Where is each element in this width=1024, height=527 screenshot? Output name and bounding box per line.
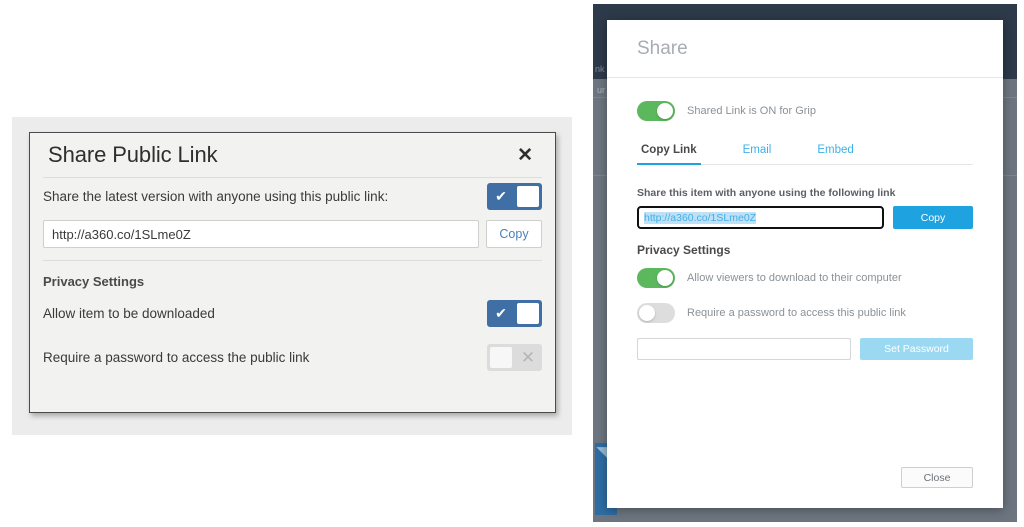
allow-download-label: Allow item to be downloaded: [43, 305, 215, 321]
shared-link-status-label: Shared Link is ON for Grip: [687, 105, 816, 117]
page-title: Share Public Link: [48, 142, 218, 167]
require-password-label: Require a password to access this public…: [687, 307, 906, 319]
copy-button[interactable]: Copy: [486, 220, 542, 248]
require-password-toggle[interactable]: [637, 303, 675, 323]
allow-download-toggle[interactable]: [637, 268, 675, 288]
share-link-row: Copy: [636, 205, 973, 230]
cross-icon: ✕: [520, 347, 536, 367]
share-item-label: Share this item with anyone using the fo…: [637, 187, 896, 199]
share-modal-window: ur s li n m ◥ nk Share Shared Link is ON…: [593, 4, 1017, 522]
require-password-row: Require a password to access the public …: [43, 339, 542, 375]
left-dialog-body: Share the latest version with anyone usi…: [30, 178, 555, 375]
check-icon: ✔: [495, 188, 507, 204]
close-icon[interactable]: ✕: [513, 144, 537, 167]
share-modal: Share Shared Link is ON for Grip Copy Li…: [607, 20, 1003, 508]
screenshot-stage: Share Public Link ✕ Share the latest ver…: [0, 0, 1024, 527]
set-password-row: Set Password: [637, 338, 973, 360]
check-icon: ✔: [495, 305, 507, 321]
tab-copy-link[interactable]: Copy Link: [637, 138, 701, 165]
require-password-row: Require a password to access this public…: [637, 298, 973, 328]
toggle-knob: [639, 305, 655, 321]
allow-download-row: Allow item to be downloaded ✔: [43, 295, 542, 331]
share-latest-version-label: Share the latest version with anyone usi…: [43, 188, 389, 204]
allow-download-row: Allow viewers to download to their compu…: [637, 263, 973, 293]
share-latest-version-row: Share the latest version with anyone usi…: [43, 178, 542, 214]
toggle-knob: [517, 302, 539, 324]
allow-download-toggle[interactable]: ✔: [487, 299, 542, 327]
public-link-input[interactable]: [43, 220, 479, 248]
share-modal-body: Shared Link is ON for Grip Copy Link Ema…: [607, 78, 1003, 508]
share-tabs: Copy Link Email Embed: [637, 138, 973, 165]
share-modal-footer: Close: [637, 467, 973, 508]
toggle-knob: [657, 103, 673, 119]
share-link-input[interactable]: [636, 205, 885, 230]
tab-embed[interactable]: Embed: [815, 138, 855, 164]
copy-button[interactable]: Copy: [893, 206, 973, 229]
public-link-row: Copy: [43, 220, 542, 248]
share-public-link-dialog: Share Public Link ✕ Share the latest ver…: [29, 132, 556, 413]
set-password-button[interactable]: Set Password: [860, 338, 973, 360]
share-public-link-toggle[interactable]: ✔: [487, 182, 542, 210]
background-text: nk: [595, 64, 605, 74]
left-dialog-header: Share Public Link ✕: [30, 133, 555, 177]
close-button[interactable]: Close: [901, 467, 973, 488]
toggle-knob: [490, 346, 512, 368]
background-text: ur: [597, 85, 606, 95]
toggle-knob: [517, 185, 539, 207]
toggle-knob: [657, 270, 673, 286]
share-modal-title: Share: [637, 37, 688, 59]
tab-email[interactable]: Email: [741, 138, 774, 164]
require-password-toggle[interactable]: ✕: [487, 343, 542, 371]
shared-link-toggle-row: Shared Link is ON for Grip: [637, 96, 973, 126]
password-input[interactable]: [637, 338, 851, 360]
allow-download-label: Allow viewers to download to their compu…: [687, 272, 902, 284]
share-modal-header: Share: [607, 20, 1003, 78]
shared-link-toggle[interactable]: [637, 101, 675, 121]
privacy-settings-heading: Privacy Settings: [43, 274, 145, 289]
privacy-settings-heading: Privacy Settings: [637, 243, 731, 257]
require-password-label: Require a password to access the public …: [43, 349, 310, 365]
